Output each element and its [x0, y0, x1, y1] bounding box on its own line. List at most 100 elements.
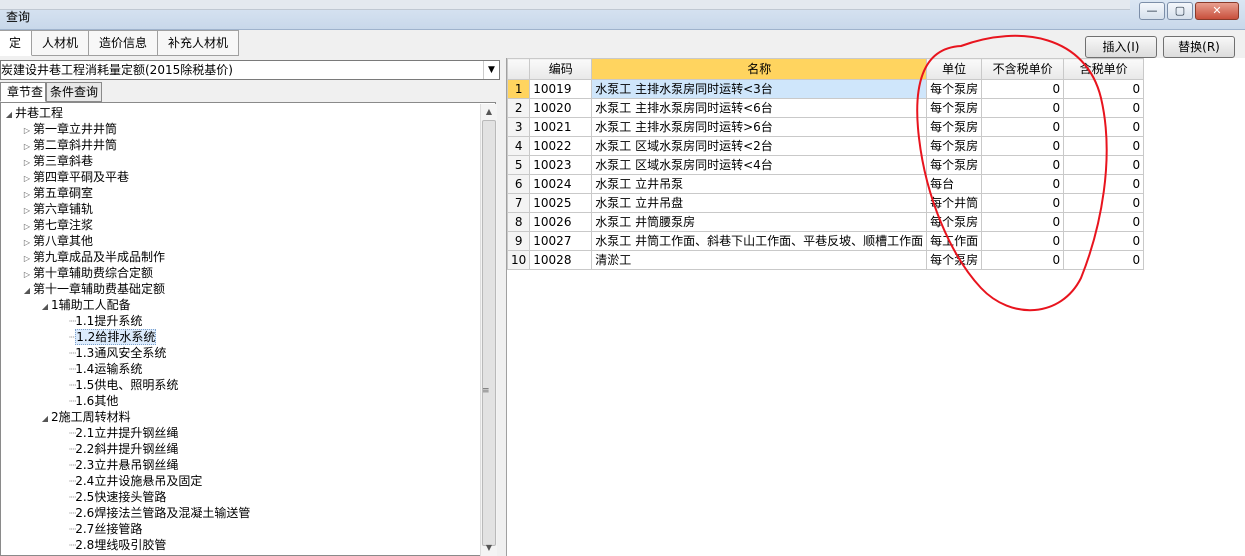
col-header-code[interactable]: 编码 — [529, 58, 593, 80]
tree-node[interactable]: ▷ 第四章平硐及平巷 — [21, 169, 129, 185]
table-row[interactable]: 2 10020 水泵工 主排水泵房同时运转<6台 每个泵房 0 0 — [506, 98, 1145, 118]
cell-unit[interactable]: 每个泵房 — [926, 98, 983, 118]
cell-unit[interactable]: 每个泵房 — [926, 250, 983, 270]
cell-name[interactable]: 水泵工 主排水泵房同时运转<6台 — [591, 98, 928, 118]
tree-node[interactable]: ┈2.8埋线吸引胶管 — [57, 537, 166, 553]
col-header-name[interactable]: 名称 — [591, 58, 928, 80]
cell-unit[interactable]: 每个泵房 — [926, 155, 983, 175]
tree-node[interactable]: ┈1.1提升系统 — [57, 313, 142, 329]
tree-node[interactable]: ┈2.7丝接管路 — [57, 521, 142, 537]
tree-node[interactable]: ┈1.5供电、照明系统 — [57, 377, 178, 393]
cell-unit[interactable]: 每个泵房 — [926, 136, 983, 156]
col-header-unit[interactable]: 单位 — [926, 58, 983, 80]
cell-code[interactable]: 10027 — [529, 231, 593, 251]
table-row[interactable]: 1 10019 水泵工 主排水泵房同时运转<3台 每个泵房 0 0 — [506, 79, 1145, 99]
cell-name[interactable]: 清淤工 — [591, 250, 928, 270]
col-header-price-in-tax[interactable]: 含税单价 — [1063, 58, 1145, 80]
cell-name[interactable]: 水泵工 主排水泵房同时运转<3台 — [591, 79, 928, 99]
tree-vertical-scrollbar[interactable]: ▲ ▼ — [480, 104, 497, 556]
splitter-grip-icon[interactable]: ≡ — [482, 386, 492, 406]
table-row[interactable]: 3 10021 水泵工 主排水泵房同时运转>6台 每个泵房 0 0 — [506, 117, 1145, 137]
tree-node[interactable]: ▷ 第六章铺轨 — [21, 201, 93, 217]
cell-code[interactable]: 10023 — [529, 155, 593, 175]
cell-price-ex-tax[interactable]: 0 — [981, 136, 1065, 156]
tab-chapter-query[interactable]: 章节查询 — [0, 82, 46, 102]
cell-price-in-tax[interactable]: 0 — [1063, 231, 1145, 251]
table-row[interactable]: 5 10023 水泵工 区域水泵房同时运转<4台 每个泵房 0 0 — [506, 155, 1145, 175]
tab-supplementary-material[interactable]: 补充人材机 — [158, 30, 240, 56]
table-row[interactable]: 7 10025 水泵工 立井吊盘 每个井筒 0 0 — [506, 193, 1145, 213]
chevron-down-icon[interactable]: ▼ — [483, 61, 499, 79]
tab-condition-query[interactable]: 条件查询 — [46, 82, 103, 102]
expanded-triangle-icon[interactable]: ◢ — [39, 299, 51, 315]
cell-price-in-tax[interactable]: 0 — [1063, 117, 1145, 137]
cell-name[interactable]: 水泵工 区域水泵房同时运转<2台 — [591, 136, 928, 156]
insert-button[interactable]: 插入(I) — [1085, 36, 1157, 58]
minimize-button[interactable]: — — [1139, 2, 1165, 20]
cell-code[interactable]: 10024 — [529, 174, 593, 194]
tree-node[interactable]: ┈1.6其他 — [57, 393, 118, 409]
cell-price-ex-tax[interactable]: 0 — [981, 79, 1065, 99]
cell-price-in-tax[interactable]: 0 — [1063, 212, 1145, 232]
cell-unit[interactable]: 每个泵房 — [926, 212, 983, 232]
maximize-button[interactable]: ▢ — [1167, 2, 1193, 20]
cell-name[interactable]: 水泵工 井筒工作面、斜巷下山工作面、平巷反坡、顺槽工作面 — [591, 231, 928, 251]
tree-node[interactable]: ▷ 第九章成品及半成品制作 — [21, 249, 165, 265]
cell-unit[interactable]: 每台 — [926, 174, 983, 194]
tab-quota[interactable]: 定额 — [0, 30, 32, 56]
tree-node[interactable]: ▷ 第七章注浆 — [21, 217, 93, 233]
cell-unit[interactable]: 每个井筒 — [926, 193, 983, 213]
tree-node[interactable]: ◢ 第十一章辅助费基础定额 — [21, 281, 165, 297]
tree-node[interactable]: ◢ 1辅助工人配备 — [39, 297, 131, 313]
cell-code[interactable]: 10026 — [529, 212, 593, 232]
cell-price-ex-tax[interactable]: 0 — [981, 193, 1065, 213]
cell-price-in-tax[interactable]: 0 — [1063, 136, 1145, 156]
tree-node[interactable]: ┈1.4运输系统 — [57, 361, 142, 377]
cell-price-ex-tax[interactable]: 0 — [981, 117, 1065, 137]
cell-price-ex-tax[interactable]: 0 — [981, 174, 1065, 194]
tree-node[interactable]: ┈1.2给排水系统 — [57, 329, 157, 345]
tree-node[interactable]: ┈2.4立井设施悬吊及固定 — [57, 473, 202, 489]
cell-name[interactable]: 水泵工 区域水泵房同时运转<4台 — [591, 155, 928, 175]
table-row[interactable]: 4 10022 水泵工 区域水泵房同时运转<2台 每个泵房 0 0 — [506, 136, 1145, 156]
cell-price-in-tax[interactable]: 0 — [1063, 193, 1145, 213]
cell-unit[interactable]: 每个泵房 — [926, 79, 983, 99]
cell-code[interactable]: 10025 — [529, 193, 593, 213]
cell-price-ex-tax[interactable]: 0 — [981, 231, 1065, 251]
col-header-price-ex-tax[interactable]: 不含税单价 — [981, 58, 1065, 80]
tree-node[interactable]: ┈2.1立井提升钢丝绳 — [57, 425, 178, 441]
cell-price-in-tax[interactable]: 0 — [1063, 174, 1145, 194]
tree-node[interactable]: ┈2.3立井悬吊钢丝绳 — [57, 457, 178, 473]
tree-node[interactable]: ┈2.2斜井提升钢丝绳 — [57, 441, 178, 457]
tab-cost-info[interactable]: 造价信息 — [89, 30, 159, 56]
scroll-down-icon[interactable]: ▼ — [481, 540, 497, 556]
expanded-triangle-icon[interactable]: ◢ — [3, 107, 15, 123]
tree-node[interactable]: ◢ 2施工周转材料 — [39, 409, 131, 425]
table-row[interactable]: 9 10027 水泵工 井筒工作面、斜巷下山工作面、平巷反坡、顺槽工作面 每工作面 0 0 — [506, 231, 1145, 251]
cell-unit[interactable]: 每工作面 — [926, 231, 983, 251]
table-row[interactable]: 10 10028 清淤工 每个泵房 0 0 — [506, 250, 1145, 270]
scroll-up-icon[interactable]: ▲ — [481, 104, 497, 120]
cell-unit[interactable]: 每个泵房 — [926, 117, 983, 137]
cell-name[interactable]: 水泵工 立井吊泵 — [591, 174, 928, 194]
cell-name[interactable]: 水泵工 井筒腰泵房 — [591, 212, 928, 232]
cell-price-in-tax[interactable]: 0 — [1063, 155, 1145, 175]
cell-price-ex-tax[interactable]: 0 — [981, 98, 1065, 118]
cell-price-in-tax[interactable]: 0 — [1063, 98, 1145, 118]
cell-code[interactable]: 10028 — [529, 250, 593, 270]
quota-library-select[interactable]: 煤炭建设井巷工程消耗量定额(2015除税基价) ▼ — [0, 60, 500, 80]
cell-code[interactable]: 10022 — [529, 136, 593, 156]
tree-node[interactable]: ▷ 第一章立井井筒 — [21, 121, 117, 137]
close-button[interactable]: ✕ — [1195, 2, 1239, 20]
replace-button[interactable]: 替换(R) — [1163, 36, 1235, 58]
cell-price-ex-tax[interactable]: 0 — [981, 250, 1065, 270]
expanded-triangle-icon[interactable]: ◢ — [21, 283, 33, 299]
table-row[interactable]: 6 10024 水泵工 立井吊泵 每台 0 0 — [506, 174, 1145, 194]
cell-price-in-tax[interactable]: 0 — [1063, 79, 1145, 99]
tab-labor-material-machine[interactable]: 人材机 — [32, 30, 90, 56]
tree-node[interactable]: ▷ 第八章其他 — [21, 233, 93, 249]
cell-code[interactable]: 10020 — [529, 98, 593, 118]
tree-node[interactable]: ◢ 井巷工程 — [3, 105, 63, 121]
tree-node[interactable]: ▷ 第五章硐室 — [21, 185, 93, 201]
cell-code[interactable]: 10019 — [529, 79, 593, 99]
